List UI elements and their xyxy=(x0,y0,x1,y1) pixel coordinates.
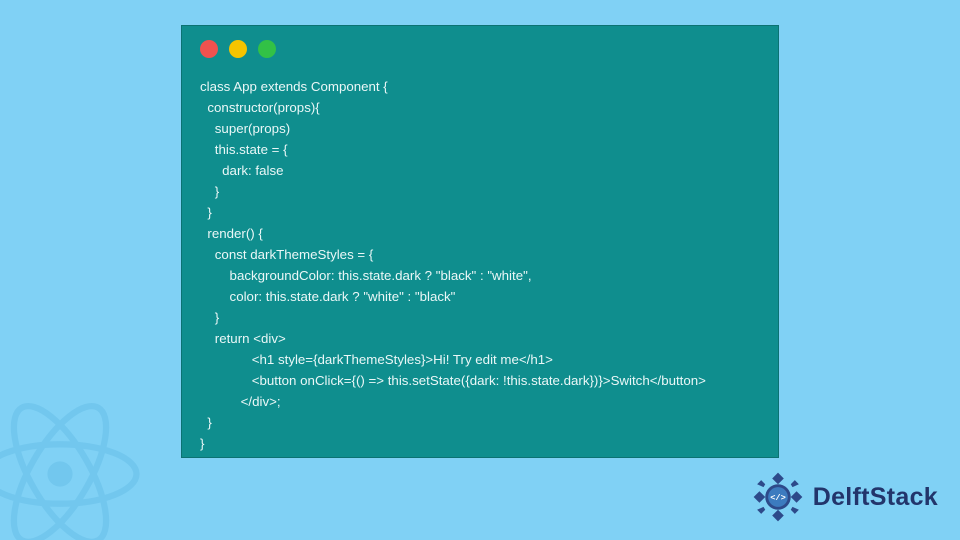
brand: </> DelftStack xyxy=(749,468,938,526)
window-close-icon xyxy=(200,40,218,58)
svg-text:</>: </> xyxy=(770,493,786,503)
window-zoom-icon xyxy=(258,40,276,58)
window-traffic-lights xyxy=(182,26,778,58)
code-window: class App extends Component { constructo… xyxy=(181,25,779,458)
brand-name: DelftStack xyxy=(813,483,938,512)
code-block: class App extends Component { constructo… xyxy=(182,58,778,454)
react-icon xyxy=(0,384,150,540)
window-minimize-icon xyxy=(229,40,247,58)
delftstack-logo-icon: </> xyxy=(749,468,807,526)
